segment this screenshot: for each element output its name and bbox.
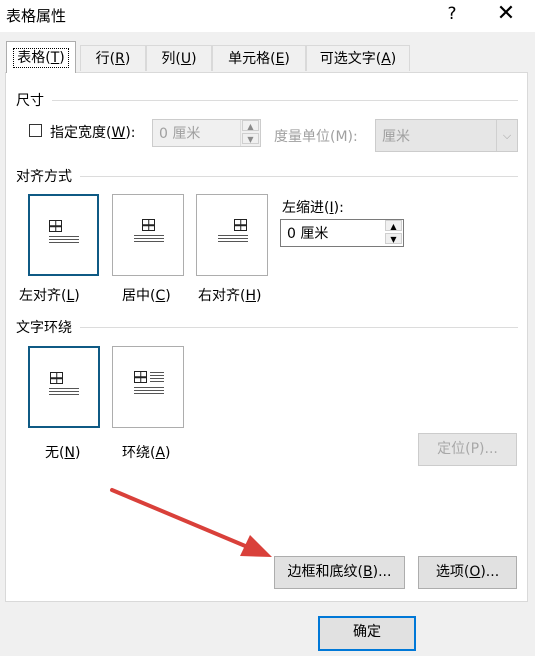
tab-row[interactable]: 行(R) (80, 45, 146, 71)
close-button[interactable]: ✕ (486, 0, 526, 30)
ok-button[interactable]: 确定 (318, 616, 416, 651)
tab-table[interactable]: 表格(T) (6, 41, 76, 73)
tab-panel (5, 72, 528, 602)
help-button[interactable]: ? (436, 0, 468, 30)
dialog-title: 表格属性 (6, 7, 67, 25)
tab-cell[interactable]: 单元格(E) (212, 45, 306, 71)
tab-alt-text[interactable]: 可选文字(A) (306, 45, 410, 71)
tab-column[interactable]: 列(U) (146, 45, 212, 71)
